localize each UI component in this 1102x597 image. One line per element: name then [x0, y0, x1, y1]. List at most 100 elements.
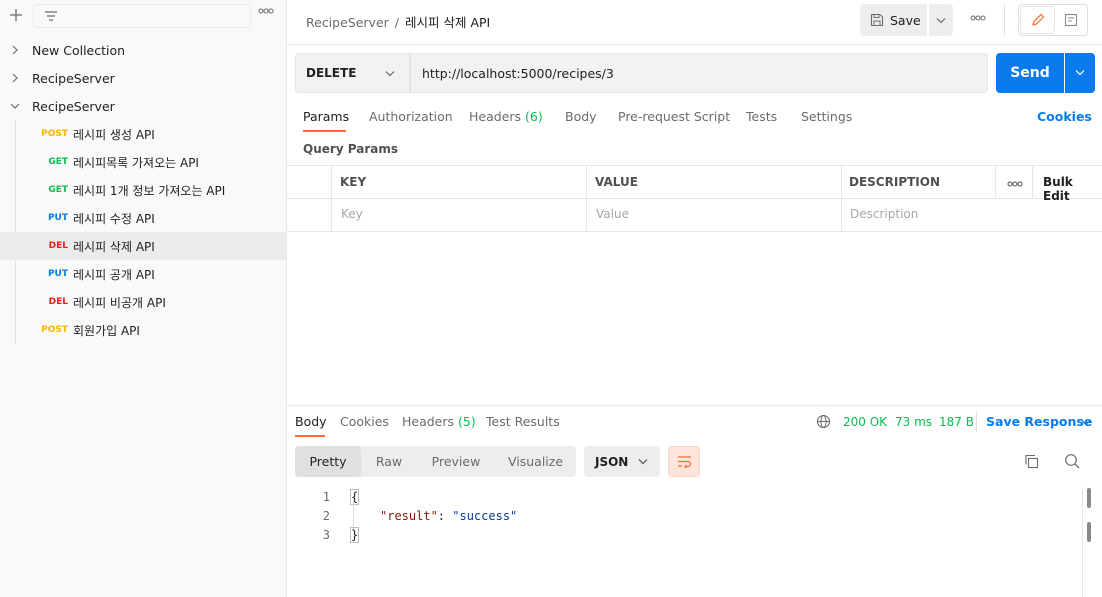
- sidebar-request-item[interactable]: GET 레시피 1개 정보 가져오는 API: [0, 176, 287, 204]
- tab-headers[interactable]: Headers (6): [469, 109, 543, 124]
- tab-authorization[interactable]: Authorization: [369, 109, 453, 124]
- response-headers-count: (5): [458, 414, 476, 429]
- code-close-brace[interactable]: }: [349, 527, 360, 543]
- view-pretty-button[interactable]: Pretty: [295, 446, 361, 477]
- breadcrumb-separator: /: [394, 15, 399, 30]
- more-options-icon[interactable]: [258, 8, 274, 14]
- filter-input[interactable]: [33, 4, 251, 28]
- url-value: http://localhost:5000/recipes/3: [422, 65, 614, 81]
- collection-new-collection[interactable]: New Collection: [0, 36, 287, 64]
- chevron-down-icon[interactable]: [1081, 419, 1091, 426]
- method-select[interactable]: DELETE: [295, 53, 410, 93]
- column-divider: [841, 166, 842, 232]
- view-visualize-button[interactable]: Visualize: [495, 446, 576, 477]
- scrollbar-marker: [1087, 488, 1091, 508]
- description-input[interactable]: Description: [850, 207, 918, 221]
- view-preview-button[interactable]: Preview: [417, 446, 495, 477]
- send-label: Send: [1010, 65, 1050, 81]
- sidebar-request-item[interactable]: PUT 레시피 수정 API: [0, 204, 287, 232]
- response-view-selector: Pretty Raw Preview Visualize: [295, 446, 576, 477]
- sidebar-request-item[interactable]: PUT 레시피 공개 API: [0, 260, 287, 288]
- tab-headers-label: Headers: [469, 109, 522, 124]
- save-dropdown-button[interactable]: [929, 4, 953, 36]
- filter-icon: [44, 10, 58, 22]
- view-mode-toggle: [1018, 4, 1088, 36]
- more-options-icon[interactable]: [970, 15, 986, 21]
- chevron-right-icon: [11, 45, 19, 55]
- globe-icon[interactable]: [816, 414, 831, 429]
- request-name: 레시피목록 가져오는 API: [73, 155, 199, 170]
- cookies-link[interactable]: Cookies: [1037, 109, 1092, 124]
- column-divider: [586, 166, 587, 232]
- bulk-edit-button[interactable]: Bulk Edit: [1043, 175, 1102, 203]
- sidebar-request-item-selected[interactable]: DEL 레시피 삭제 API: [0, 232, 287, 260]
- save-button[interactable]: Save: [860, 4, 927, 36]
- more-options-icon[interactable]: [1007, 181, 1023, 187]
- column-divider: [331, 166, 332, 232]
- response-tab-body[interactable]: Body: [295, 414, 327, 429]
- chevron-down-icon: [10, 102, 20, 110]
- copy-icon[interactable]: [1024, 454, 1039, 469]
- plus-icon[interactable]: [8, 7, 24, 23]
- response-tab-cookies[interactable]: Cookies: [340, 414, 389, 429]
- column-divider: [995, 166, 996, 199]
- edit-mode-button[interactable]: [1021, 7, 1054, 33]
- request-name: 레시피 공개 API: [73, 267, 155, 282]
- response-time[interactable]: 73 ms: [895, 415, 932, 429]
- collection-name: New Collection: [32, 42, 126, 58]
- tab-params[interactable]: Params: [303, 109, 349, 124]
- send-dropdown-button[interactable]: [1065, 53, 1095, 93]
- divider: [287, 405, 1102, 406]
- request-name: 레시피 삭제 API: [73, 239, 155, 254]
- tab-tests[interactable]: Tests: [746, 109, 777, 124]
- tab-body[interactable]: Body: [565, 109, 597, 124]
- request-name: 회원가입 API: [73, 323, 140, 338]
- column-header-value: VALUE: [595, 175, 638, 189]
- method-badge: DEL: [48, 297, 68, 307]
- method-badge: POST: [41, 129, 68, 139]
- scrollbar-track[interactable]: [1082, 487, 1083, 597]
- sidebar-request-item[interactable]: GET 레시피목록 가져오는 API: [0, 148, 287, 176]
- method-badge: DEL: [48, 241, 68, 251]
- breadcrumb-parent[interactable]: RecipeServer: [306, 15, 389, 30]
- divider: [976, 412, 977, 432]
- method-badge: GET: [48, 157, 68, 167]
- response-size[interactable]: 187 B: [939, 415, 974, 429]
- scrollbar-marker: [1087, 522, 1091, 542]
- status-code[interactable]: 200 OK: [843, 415, 887, 429]
- format-select[interactable]: JSON: [584, 446, 660, 477]
- query-params-table: KEY VALUE DESCRIPTION Bulk Edit Key Valu…: [287, 165, 1102, 232]
- response-tab-headers[interactable]: Headers (5): [402, 414, 476, 429]
- json-key: "result": [380, 509, 438, 523]
- view-raw-button[interactable]: Raw: [361, 446, 417, 477]
- value-input[interactable]: Value: [596, 207, 629, 221]
- search-icon[interactable]: [1064, 453, 1080, 469]
- method-badge: GET: [48, 185, 68, 195]
- save-response-button[interactable]: Save Response: [986, 414, 1092, 429]
- code-line[interactable]: "result": "success": [380, 509, 517, 523]
- collection-name: RecipeServer: [32, 70, 115, 86]
- tab-settings[interactable]: Settings: [801, 109, 852, 124]
- key-input[interactable]: Key: [341, 207, 363, 221]
- comments-mode-button[interactable]: [1056, 7, 1086, 33]
- tab-prerequest-script[interactable]: Pre-request Script: [618, 109, 730, 124]
- collection-recipeserver-2[interactable]: RecipeServer: [0, 92, 287, 120]
- divider: [1004, 4, 1005, 36]
- method-value: DELETE: [306, 66, 357, 80]
- query-params-title: Query Params: [303, 142, 399, 156]
- request-name: 레시피 비공개 API: [73, 295, 166, 310]
- divider: [287, 44, 1102, 45]
- wrap-icon: [678, 456, 692, 468]
- collection-recipeserver-1[interactable]: RecipeServer: [0, 64, 287, 92]
- sidebar-request-item[interactable]: POST 레시피 생성 API: [0, 120, 287, 148]
- response-tab-test-results[interactable]: Test Results: [486, 414, 560, 429]
- line-number: 3: [322, 528, 330, 542]
- sidebar-toolbar: [0, 0, 287, 31]
- url-input[interactable]: http://localhost:5000/recipes/3: [410, 53, 988, 93]
- breadcrumb-current[interactable]: 레시피 삭제 API: [405, 15, 490, 30]
- sidebar-request-item[interactable]: DEL 레시피 비공개 API: [0, 288, 287, 316]
- send-button[interactable]: Send: [996, 53, 1064, 93]
- json-value: "success": [452, 509, 518, 523]
- sidebar-request-item[interactable]: POST 회원가입 API: [0, 316, 287, 344]
- wrap-lines-button[interactable]: [668, 446, 700, 477]
